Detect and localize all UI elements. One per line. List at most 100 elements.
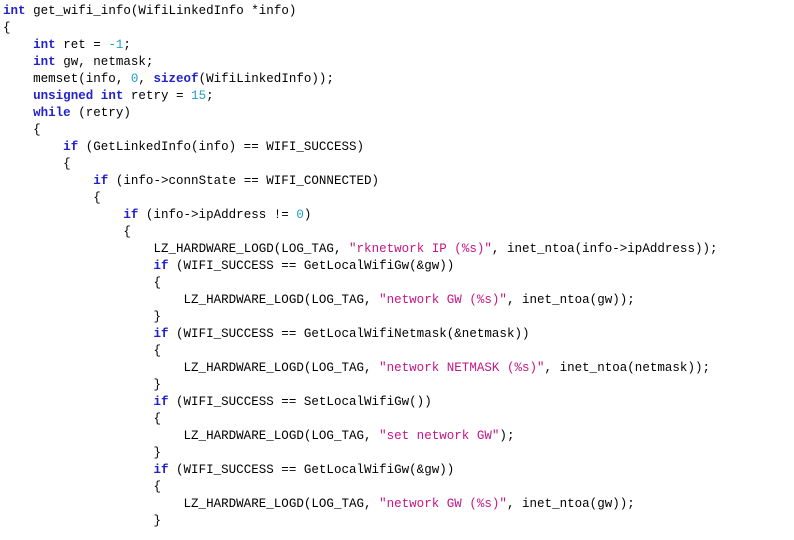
code-line[interactable]: int ret = -1;	[0, 37, 718, 54]
code-token-kw: if	[93, 174, 109, 188]
code-line[interactable]: if (WIFI_SUCCESS == GetLocalWifiGw(&gw))	[0, 462, 718, 479]
code-token-plain: , inet_ntoa(gw));	[506, 293, 635, 307]
code-token-plain: ,	[138, 72, 154, 86]
code-line[interactable]: {	[0, 411, 718, 428]
code-token-plain: (WIFI_SUCCESS == SetLocalWifiGw())	[168, 395, 432, 409]
code-line[interactable]: if (WIFI_SUCCESS == SetLocalWifiGw())	[0, 394, 718, 411]
code-token-plain: LZ_HARDWARE_LOGD(LOG_TAG,	[183, 293, 380, 307]
code-token-plain: LZ_HARDWARE_LOGD(LOG_TAG,	[183, 497, 380, 511]
code-token-plain: (WifiLinkedInfo));	[198, 72, 334, 86]
code-line[interactable]: {	[0, 190, 718, 207]
code-token-plain: gw, netmask;	[55, 55, 154, 69]
code-token-plain: (retry)	[70, 106, 131, 120]
code-token-plain: );	[499, 429, 515, 443]
code-line[interactable]: if (info->connState == WIFI_CONNECTED)	[0, 173, 718, 190]
code-line[interactable]: }	[0, 513, 718, 530]
code-line[interactable]: {	[0, 343, 718, 360]
code-line[interactable]: int get_wifi_info(WifiLinkedInfo *info)	[0, 3, 718, 20]
code-token-num: -1	[108, 38, 124, 52]
code-line[interactable]: if (info->ipAddress != 0)	[0, 207, 718, 224]
code-line[interactable]: }	[0, 377, 718, 394]
code-token-punct: )	[303, 208, 312, 222]
code-token-num: 0	[296, 208, 304, 222]
code-line[interactable]: {	[0, 479, 718, 496]
code-token-kw: if	[153, 395, 169, 409]
code-token-str: "network GW (%s)"	[379, 293, 507, 307]
code-token-punct: {	[153, 480, 161, 494]
code-token-punct: {	[3, 21, 11, 35]
code-token-kw: if	[153, 463, 169, 477]
code-token-plain: ret =	[55, 38, 109, 52]
code-line[interactable]: if (WIFI_SUCCESS == GetLocalWifiNetmask(…	[0, 326, 718, 343]
code-token-punct: {	[153, 412, 161, 426]
code-token-plain: LZ_HARDWARE_LOGD(LOG_TAG,	[183, 361, 380, 375]
code-token-plain: , inet_ntoa(gw));	[506, 497, 635, 511]
code-token-plain: (info->ipAddress !=	[138, 208, 297, 222]
code-line[interactable]: LZ_HARDWARE_LOGD(LOG_TAG, "rknetwork IP …	[0, 241, 718, 258]
code-token-str: "set network GW"	[379, 429, 500, 443]
code-token-plain: (WIFI_SUCCESS == GetLocalWifiGw(&gw))	[168, 463, 455, 477]
code-token-punct: {	[33, 123, 41, 137]
code-token-plain: WifiLinkedInfo	[138, 4, 244, 18]
code-line[interactable]: {	[0, 122, 718, 139]
code-token-kw: int	[3, 4, 26, 18]
code-token-punct: ;	[206, 89, 214, 103]
code-line[interactable]: LZ_HARDWARE_LOGD(LOG_TAG, "network GW (%…	[0, 496, 718, 513]
code-token-plain: (WIFI_SUCCESS == GetLocalWifiNetmask(&ne…	[168, 327, 530, 341]
code-token-kw: unsigned	[33, 89, 94, 103]
code-token-plain: memset(info,	[33, 72, 131, 86]
code-line[interactable]: while (retry)	[0, 105, 718, 122]
code-token-kw: if	[153, 259, 169, 273]
code-token-kw: int	[33, 55, 56, 69]
code-token-str: "rknetwork IP (%s)"	[349, 242, 492, 256]
code-line[interactable]: {	[0, 275, 718, 292]
code-token-str: "network GW (%s)"	[379, 497, 507, 511]
code-token-plain: LZ_HARDWARE_LOGD(LOG_TAG,	[153, 242, 349, 256]
code-line[interactable]: if (WIFI_SUCCESS == GetLocalWifiGw(&gw))	[0, 258, 718, 275]
code-token-plain: , inet_ntoa(info->ipAddress));	[491, 242, 718, 256]
code-token-plain: , inet_ntoa(netmask));	[544, 361, 711, 375]
code-token-punct: {	[63, 157, 71, 171]
code-line[interactable]: int gw, netmask;	[0, 54, 718, 71]
code-token-kw: if	[123, 208, 139, 222]
code-token-kw: if	[153, 327, 169, 341]
code-token-plain: (GetLinkedInfo(info) == WIFI_SUCCESS)	[78, 140, 365, 154]
code-token-plain: LZ_HARDWARE_LOGD(LOG_TAG,	[183, 429, 380, 443]
code-token-plain: *info)	[243, 4, 297, 18]
code-line[interactable]: unsigned int retry = 15;	[0, 88, 718, 105]
code-line[interactable]: LZ_HARDWARE_LOGD(LOG_TAG, "network NETMA…	[0, 360, 718, 377]
code-token-kw: int	[100, 89, 124, 103]
code-token-kw: if	[63, 140, 79, 154]
code-token-punct: }	[153, 310, 161, 324]
code-line[interactable]: LZ_HARDWARE_LOGD(LOG_TAG, "network GW (%…	[0, 292, 718, 309]
code-line[interactable]: LZ_HARDWARE_LOGD(LOG_TAG, "set network G…	[0, 428, 718, 445]
code-listing-view[interactable]: int get_wifi_info(WifiLinkedInfo *info){…	[0, 0, 794, 540]
code-token-punct: {	[153, 344, 161, 358]
code-line[interactable]: {	[0, 20, 718, 37]
code-line[interactable]: memset(info, 0, sizeof(WifiLinkedInfo));	[0, 71, 718, 88]
code-line[interactable]: {	[0, 156, 718, 173]
code-token-plain: (WIFI_SUCCESS == GetLocalWifiGw(&gw))	[168, 259, 455, 273]
code-token-kw: while	[33, 106, 71, 120]
code-token-kw: sizeof	[153, 72, 199, 86]
code-token-punct: }	[153, 514, 161, 528]
code-token-punct: {	[123, 225, 131, 239]
code-token-plain: get_wifi_info	[33, 4, 131, 18]
code-line[interactable]: {	[0, 224, 718, 241]
code-token-str: "network NETMASK (%s)"	[379, 361, 545, 375]
code-token-plain: (info->connState == WIFI_CONNECTED)	[108, 174, 380, 188]
code-line[interactable]: if (GetLinkedInfo(info) == WIFI_SUCCESS)	[0, 139, 718, 156]
code-line[interactable]: }	[0, 309, 718, 326]
code-token-punct: }	[153, 446, 161, 460]
code-token-punct: }	[153, 378, 161, 392]
code-token-punct: {	[93, 191, 101, 205]
code-token-plain: retry =	[123, 89, 192, 103]
code-token-punct: {	[153, 276, 161, 290]
code-token-num: 15	[191, 89, 207, 103]
code-lines-container: int get_wifi_info(WifiLinkedInfo *info){…	[0, 3, 718, 530]
code-line[interactable]: }	[0, 445, 718, 462]
code-token-kw: int	[33, 38, 56, 52]
code-token-punct: ;	[123, 38, 131, 52]
